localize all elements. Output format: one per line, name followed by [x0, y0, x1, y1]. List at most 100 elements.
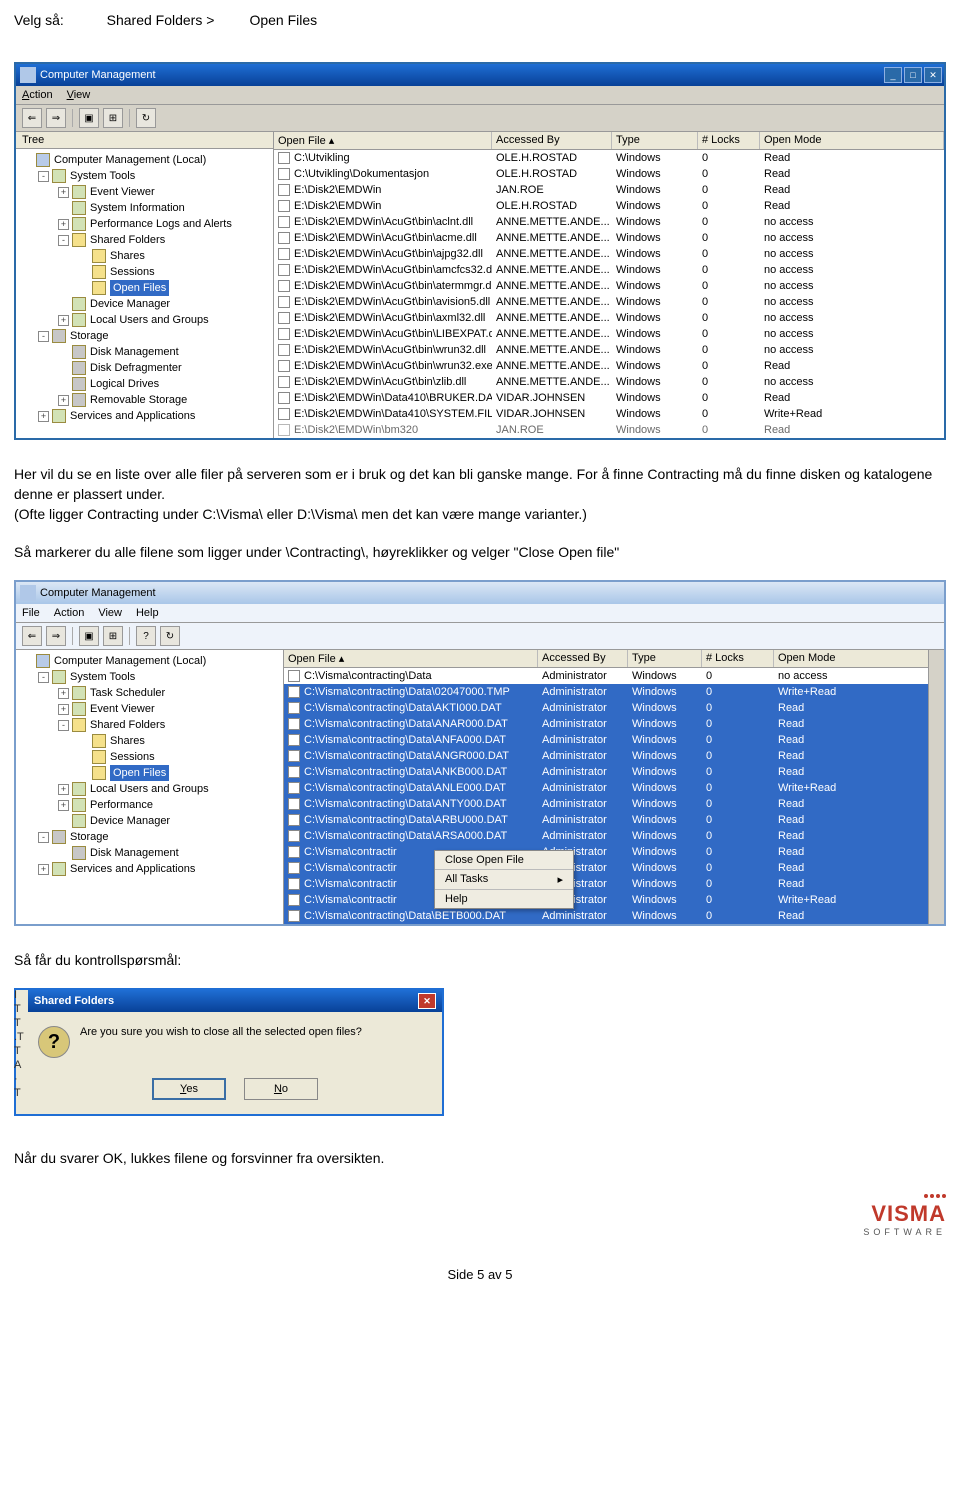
tree-node[interactable]: Device Manager: [18, 813, 281, 829]
col-open-mode[interactable]: Open Mode: [774, 650, 944, 667]
views-button[interactable]: ⊞: [103, 626, 123, 646]
tree-node[interactable]: Disk Management: [18, 845, 281, 861]
file-row[interactable]: E:\Disk2\EMDWin\AcuGt\bin\atermmgr.dllAN…: [274, 278, 944, 294]
expand-toggle[interactable]: -: [58, 720, 69, 731]
tree-node[interactable]: +Task Scheduler: [18, 685, 281, 701]
expand-toggle[interactable]: -: [38, 331, 49, 342]
tree-node[interactable]: +Removable Storage: [18, 392, 271, 408]
tree-node[interactable]: +Services and Applications: [18, 408, 271, 424]
tree-node[interactable]: Disk Defragmenter: [18, 360, 271, 376]
help-button[interactable]: ?: [136, 626, 156, 646]
tree-node[interactable]: Shares: [18, 733, 281, 749]
expand-toggle[interactable]: -: [58, 235, 69, 246]
file-row[interactable]: C:\Visma\contracting\Data\ARBU000.DATAdm…: [284, 812, 944, 828]
file-row[interactable]: E:\Disk2\EMDWin\bm320JAN.ROEWindows0Read: [274, 422, 944, 438]
tree-node[interactable]: Computer Management (Local): [18, 152, 271, 168]
expand-toggle[interactable]: +: [58, 219, 69, 230]
refresh-button[interactable]: ↻: [136, 108, 156, 128]
tree-node[interactable]: +Local Users and Groups: [18, 781, 281, 797]
file-row[interactable]: C:\Utvikling\DokumentasjonOLE.H.ROSTADWi…: [274, 166, 944, 182]
tree-node[interactable]: Sessions: [18, 264, 271, 280]
back-button[interactable]: ⇐: [22, 626, 42, 646]
ctx-help[interactable]: Help: [435, 889, 573, 908]
tree-node[interactable]: Computer Management (Local): [18, 653, 281, 669]
views-button[interactable]: ⊞: [103, 108, 123, 128]
file-row[interactable]: E:\Disk2\EMDWin\AcuGt\bin\acme.dllANNE.M…: [274, 230, 944, 246]
ctx-all-tasks[interactable]: All Tasks▸: [435, 869, 573, 889]
tree-node[interactable]: +Performance Logs and Alerts: [18, 216, 271, 232]
tree-node[interactable]: +Performance: [18, 797, 281, 813]
col-locks[interactable]: # Locks: [698, 132, 760, 149]
context-menu[interactable]: Close Open File All Tasks▸ Help: [434, 850, 574, 909]
col-accessed-by[interactable]: Accessed By: [538, 650, 628, 667]
tree-node[interactable]: Device Manager: [18, 296, 271, 312]
close-button[interactable]: ✕: [924, 67, 942, 83]
file-row[interactable]: E:\Disk2\EMDWin\AcuGt\bin\amcfcs32.dllAN…: [274, 262, 944, 278]
refresh-button[interactable]: ↻: [160, 626, 180, 646]
tree-node[interactable]: -System Tools: [18, 168, 271, 184]
tree-node[interactable]: -Storage: [18, 829, 281, 845]
scrollbar[interactable]: [928, 650, 944, 924]
file-row[interactable]: C:\Visma\contractirAdministratorWindows0…: [284, 860, 944, 876]
tree-node[interactable]: Shares: [18, 248, 271, 264]
up-button[interactable]: ▣: [79, 108, 99, 128]
file-row[interactable]: C:\Visma\contractirAdministratorWindows0…: [284, 844, 944, 860]
file-row[interactable]: E:\Disk2\EMDWinOLE.H.ROSTADWindows0Read: [274, 198, 944, 214]
file-row[interactable]: E:\Disk2\EMDWin\AcuGt\bin\avision5.dllAN…: [274, 294, 944, 310]
file-row[interactable]: C:\UtviklingOLE.H.ROSTADWindows0Read: [274, 150, 944, 166]
title-bar[interactable]: Computer Management _ □ ✕: [16, 64, 944, 86]
col-open-file[interactable]: Open File ▴: [274, 132, 492, 149]
file-row[interactable]: E:\Disk2\EMDWin\Data410\BRUKER.DATVIDAR.…: [274, 390, 944, 406]
file-row[interactable]: E:\Disk2\EMDWinJAN.ROEWindows0Read: [274, 182, 944, 198]
title-bar[interactable]: Computer Management: [16, 582, 944, 604]
menu-action[interactable]: Action: [22, 89, 53, 101]
col-open-mode[interactable]: Open Mode: [760, 132, 944, 149]
file-row[interactable]: C:\Visma\contracting\Data\02047000.TMPAd…: [284, 684, 944, 700]
forward-button[interactable]: ⇒: [46, 626, 66, 646]
expand-toggle[interactable]: +: [38, 411, 49, 422]
tree-node[interactable]: System Information: [18, 200, 271, 216]
ctx-close-open-file[interactable]: Close Open File: [435, 851, 573, 869]
expand-toggle[interactable]: -: [38, 832, 49, 843]
file-row[interactable]: C:\Visma\contractirAdministratorWindows0…: [284, 892, 944, 908]
tree-node[interactable]: Disk Management: [18, 344, 271, 360]
file-row[interactable]: E:\Disk2\EMDWin\AcuGt\bin\wrun32.dllANNE…: [274, 342, 944, 358]
file-row[interactable]: C:\Visma\contracting\Data\ANLE000.DATAdm…: [284, 780, 944, 796]
tree-node[interactable]: +Services and Applications: [18, 861, 281, 877]
dialog-title-bar[interactable]: Shared Folders ✕: [28, 990, 442, 1012]
expand-toggle[interactable]: +: [58, 187, 69, 198]
expand-toggle[interactable]: -: [38, 171, 49, 182]
expand-toggle[interactable]: +: [58, 315, 69, 326]
file-row[interactable]: C:\Visma\contracting\DataAdministratorWi…: [284, 668, 944, 684]
file-row[interactable]: C:\Visma\contracting\Data\ARSA000.DATAdm…: [284, 828, 944, 844]
no-button[interactable]: No: [244, 1078, 318, 1100]
tree-node[interactable]: -Storage: [18, 328, 271, 344]
menu-action[interactable]: Action: [54, 607, 85, 619]
menu-view[interactable]: View: [98, 607, 122, 619]
forward-button[interactable]: ⇒: [46, 108, 66, 128]
file-row[interactable]: E:\Disk2\EMDWin\AcuGt\bin\LIBEXPAT.dllAN…: [274, 326, 944, 342]
tree-node[interactable]: -System Tools: [18, 669, 281, 685]
tree-node[interactable]: +Event Viewer: [18, 701, 281, 717]
tree-node[interactable]: Open Files: [18, 765, 281, 781]
file-row[interactable]: E:\Disk2\EMDWin\AcuGt\bin\axml32.dllANNE…: [274, 310, 944, 326]
menu-help[interactable]: Help: [136, 607, 159, 619]
tree-node[interactable]: Open Files: [18, 280, 271, 296]
file-row[interactable]: E:\Disk2\EMDWin\Data410\SYSTEM.FILVIDAR.…: [274, 406, 944, 422]
col-open-file[interactable]: Open File ▴: [284, 650, 538, 667]
col-type[interactable]: Type: [628, 650, 702, 667]
tree-node[interactable]: Logical Drives: [18, 376, 271, 392]
file-row[interactable]: C:\Visma\contracting\Data\ANAR000.DATAdm…: [284, 716, 944, 732]
expand-toggle[interactable]: +: [38, 864, 49, 875]
file-row[interactable]: E:\Disk2\EMDWin\AcuGt\bin\aclnt.dllANNE.…: [274, 214, 944, 230]
file-row[interactable]: C:\Visma\contracting\Data\ANGR000.DATAdm…: [284, 748, 944, 764]
file-row[interactable]: E:\Disk2\EMDWin\AcuGt\bin\zlib.dllANNE.M…: [274, 374, 944, 390]
expand-toggle[interactable]: +: [58, 784, 69, 795]
col-locks[interactable]: # Locks: [702, 650, 774, 667]
tree-node[interactable]: -Shared Folders: [18, 232, 271, 248]
expand-toggle[interactable]: -: [38, 672, 49, 683]
menu-view[interactable]: View: [67, 89, 91, 101]
dialog-close-button[interactable]: ✕: [418, 993, 436, 1009]
tree-node[interactable]: Sessions: [18, 749, 281, 765]
expand-toggle[interactable]: +: [58, 704, 69, 715]
